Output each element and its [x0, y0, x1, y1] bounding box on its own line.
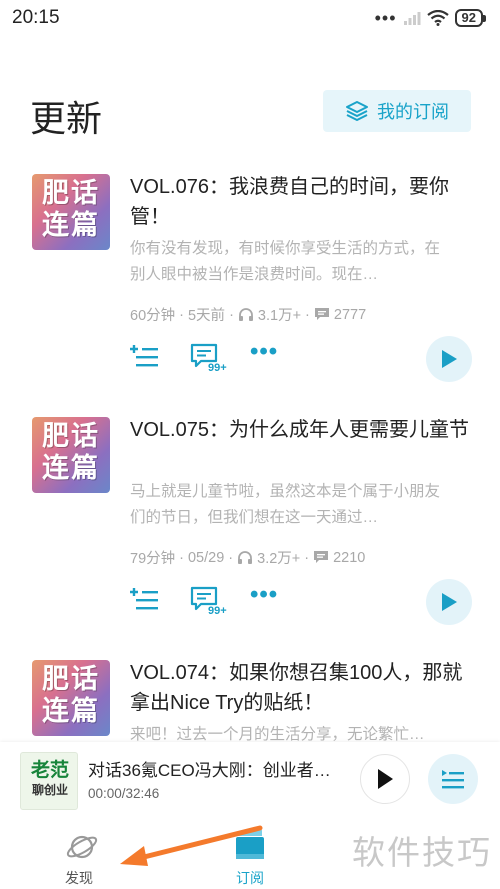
play-icon	[442, 593, 457, 611]
episode-meta: 60分钟 · 5天前 · 3.1万+ · 2777	[130, 304, 366, 325]
mini-player[interactable]: 老范 聊创业 对话36氪CEO冯大刚：创业者… 00:00/32:46	[0, 742, 500, 822]
wifi-icon	[426, 10, 449, 26]
episode-title[interactable]: VOL.074：如果你想召集100人，那就拿出Nice Try的贴纸！	[130, 658, 470, 718]
episode-description: 马上就是儿童节啦，虽然这本是个属于小朋友们的节日，但我们想在这一天通过…	[130, 483, 441, 526]
episode-description: 你有没有发现，有时候你享受生活的方式，在别人眼中被当作是浪费时间。现在…	[130, 240, 441, 283]
episode-published: 05/29	[187, 549, 225, 566]
episode-published: 5天前	[187, 308, 226, 324]
annotation-arrow	[120, 825, 263, 866]
now-playing-cover[interactable]: 老范 聊创业	[20, 752, 78, 810]
episode-duration: 60分钟	[130, 308, 176, 324]
episode-plays: 3.2万+	[257, 551, 301, 567]
comment-icon	[314, 551, 329, 563]
episode-item[interactable]: 肥话连篇 VOL.076：我浪费自己的时间，要你管！ 你有没有发现，有时候你享受…	[0, 170, 500, 400]
my-subscriptions-label: 我的订阅	[377, 102, 449, 122]
episode-title[interactable]: VOL.075：为什么成年人更需要儿童节	[130, 415, 470, 445]
play-button[interactable]	[426, 579, 472, 625]
episode-cover[interactable]: 肥话连篇	[32, 174, 110, 250]
play-icon	[378, 769, 393, 789]
play-button[interactable]	[426, 336, 472, 382]
my-subscriptions-button[interactable]: 我的订阅	[323, 90, 471, 132]
more-options-icon[interactable]: •••	[250, 583, 278, 607]
episode-title[interactable]: VOL.076：我浪费自己的时间，要你管！	[130, 172, 470, 232]
now-playing-cover-line2: 聊创业	[31, 783, 68, 797]
playlist-button[interactable]	[428, 754, 478, 804]
episode-actions: 99+ •••	[130, 579, 472, 625]
episode-comments: 2777	[333, 306, 367, 323]
episode-comments: 2210	[333, 549, 366, 566]
headphones-icon	[238, 551, 253, 564]
tab-discover-label: 发现	[65, 870, 93, 886]
comment-icon	[314, 308, 329, 320]
play-icon	[442, 350, 457, 368]
planet-icon	[66, 835, 98, 859]
episode-cover[interactable]: 肥话连篇	[32, 417, 110, 493]
playlist-icon	[442, 770, 464, 789]
episode-meta: 79分钟 · 05/29 · 3.2万+ · 2210	[130, 547, 365, 568]
comments-icon[interactable]: 99+	[190, 585, 230, 617]
status-icons: ••• 92	[375, 9, 486, 27]
cover-text: 肥话连篇	[42, 664, 100, 727]
comments-icon[interactable]: 99+	[190, 342, 230, 374]
episode-cover[interactable]: 肥话连篇	[32, 660, 110, 736]
battery-icon: 92	[454, 9, 486, 27]
now-playing-cover-line1: 老范	[30, 760, 69, 781]
cover-text: 肥话连篇	[42, 178, 100, 241]
add-to-playlist-icon[interactable]	[130, 344, 160, 370]
episode-actions: 99+ •••	[130, 336, 472, 382]
layers-icon	[346, 101, 368, 121]
status-bar: 20:15 ••• 92	[0, 0, 500, 36]
notification-dots-icon: •••	[374, 8, 397, 28]
status-time: 20:15	[12, 7, 60, 28]
page-header: 更新 我的订阅	[0, 84, 500, 144]
battery-level: 92	[454, 9, 483, 27]
comments-badge: 99+	[208, 362, 227, 374]
cover-text: 肥话连篇	[42, 421, 100, 484]
episode-plays: 3.1万+	[257, 308, 302, 324]
signal-icon	[403, 12, 421, 25]
now-playing-title[interactable]: 对话36氪CEO冯大刚：创业者…	[88, 756, 338, 781]
episode-item[interactable]: 肥话连篇 VOL.075：为什么成年人更需要儿童节 马上就是儿童节啦，虽然这本是…	[0, 413, 500, 643]
headphones-icon	[238, 308, 253, 321]
now-playing-time: 00:00/32:46	[88, 786, 160, 801]
more-options-icon[interactable]: •••	[250, 340, 278, 364]
add-to-playlist-icon[interactable]	[130, 587, 160, 613]
mini-player-play-button[interactable]	[360, 754, 410, 804]
page-title: 更新	[30, 98, 103, 139]
comments-badge: 99+	[208, 605, 227, 617]
episode-duration: 79分钟	[130, 551, 176, 567]
watermark: 软件技巧	[352, 834, 492, 871]
